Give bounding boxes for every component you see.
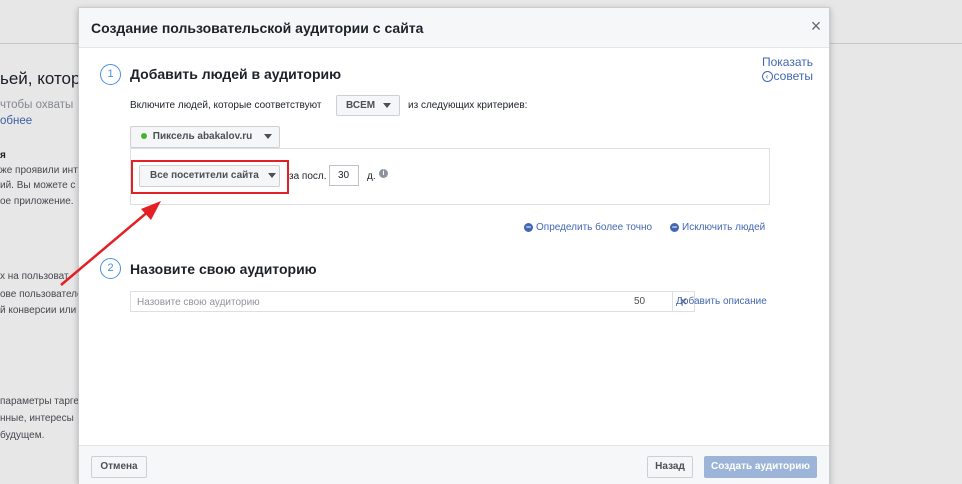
step-1-title: Добавить людей в аудиторию — [130, 66, 342, 82]
pixel-dropdown[interactable]: Пиксель abakalov.ru — [130, 126, 280, 148]
create-audience-dialog: Создание пользовательской аудитории с са… — [78, 7, 830, 484]
match-all-value: ВСЕМ — [346, 100, 376, 111]
chevron-left-icon: ‹ — [761, 71, 773, 83]
days-input[interactable] — [329, 165, 359, 186]
char-counter: 50 — [634, 296, 646, 307]
minus-circle-icon: − — [524, 221, 533, 232]
caret-down-icon — [264, 133, 273, 139]
days-suffix-text: д. — [367, 171, 376, 182]
caret-down-icon — [382, 102, 391, 108]
include-suffix-text: из следующих критериев: — [408, 100, 528, 111]
annotation-highlight-box — [131, 160, 289, 194]
dialog-title: Создание пользовательской аудитории с са… — [91, 20, 424, 36]
audience-name-input[interactable] — [131, 293, 621, 312]
step-2-title: Назовите свою аудиторию — [130, 261, 317, 277]
match-all-dropdown[interactable]: ВСЕМ — [336, 95, 400, 116]
cancel-button[interactable]: Отмена — [91, 456, 147, 478]
add-description-link[interactable]: Добавить описание — [676, 296, 767, 307]
show-tips-label: Показать — [761, 55, 813, 69]
dialog-footer: Отмена Назад Создать аудиторию — [79, 445, 829, 484]
create-audience-button[interactable]: Создать аудиторию — [704, 456, 817, 478]
step-2-number: 2 — [100, 258, 121, 279]
audience-name-field[interactable]: 50 — [130, 291, 673, 312]
status-dot-icon — [141, 133, 147, 140]
exclude-link-label: Исключить людей — [682, 222, 766, 233]
refine-link[interactable]: − Определить более точно — [524, 222, 652, 233]
step-1-number: 1 — [100, 64, 121, 85]
refine-link-label: Определить более точно — [536, 222, 653, 233]
info-icon[interactable]: i — [379, 169, 388, 178]
pixel-label: Пиксель abakalov.ru — [152, 131, 253, 142]
minus-circle-icon: − — [670, 221, 679, 232]
dialog-header: Создание пользовательской аудитории с са… — [79, 8, 829, 48]
back-button[interactable]: Назад — [647, 456, 693, 478]
period-prefix-text: за посл. — [289, 171, 327, 182]
exclude-link[interactable]: − Исключить людей — [670, 222, 765, 233]
show-tips-label-2: советы — [773, 69, 813, 83]
show-tips-link[interactable]: Показать ‹ советы — [745, 55, 813, 83]
close-icon[interactable]: × — [808, 17, 824, 35]
include-prefix-text: Включите людей, которые соответствуют — [130, 100, 322, 111]
